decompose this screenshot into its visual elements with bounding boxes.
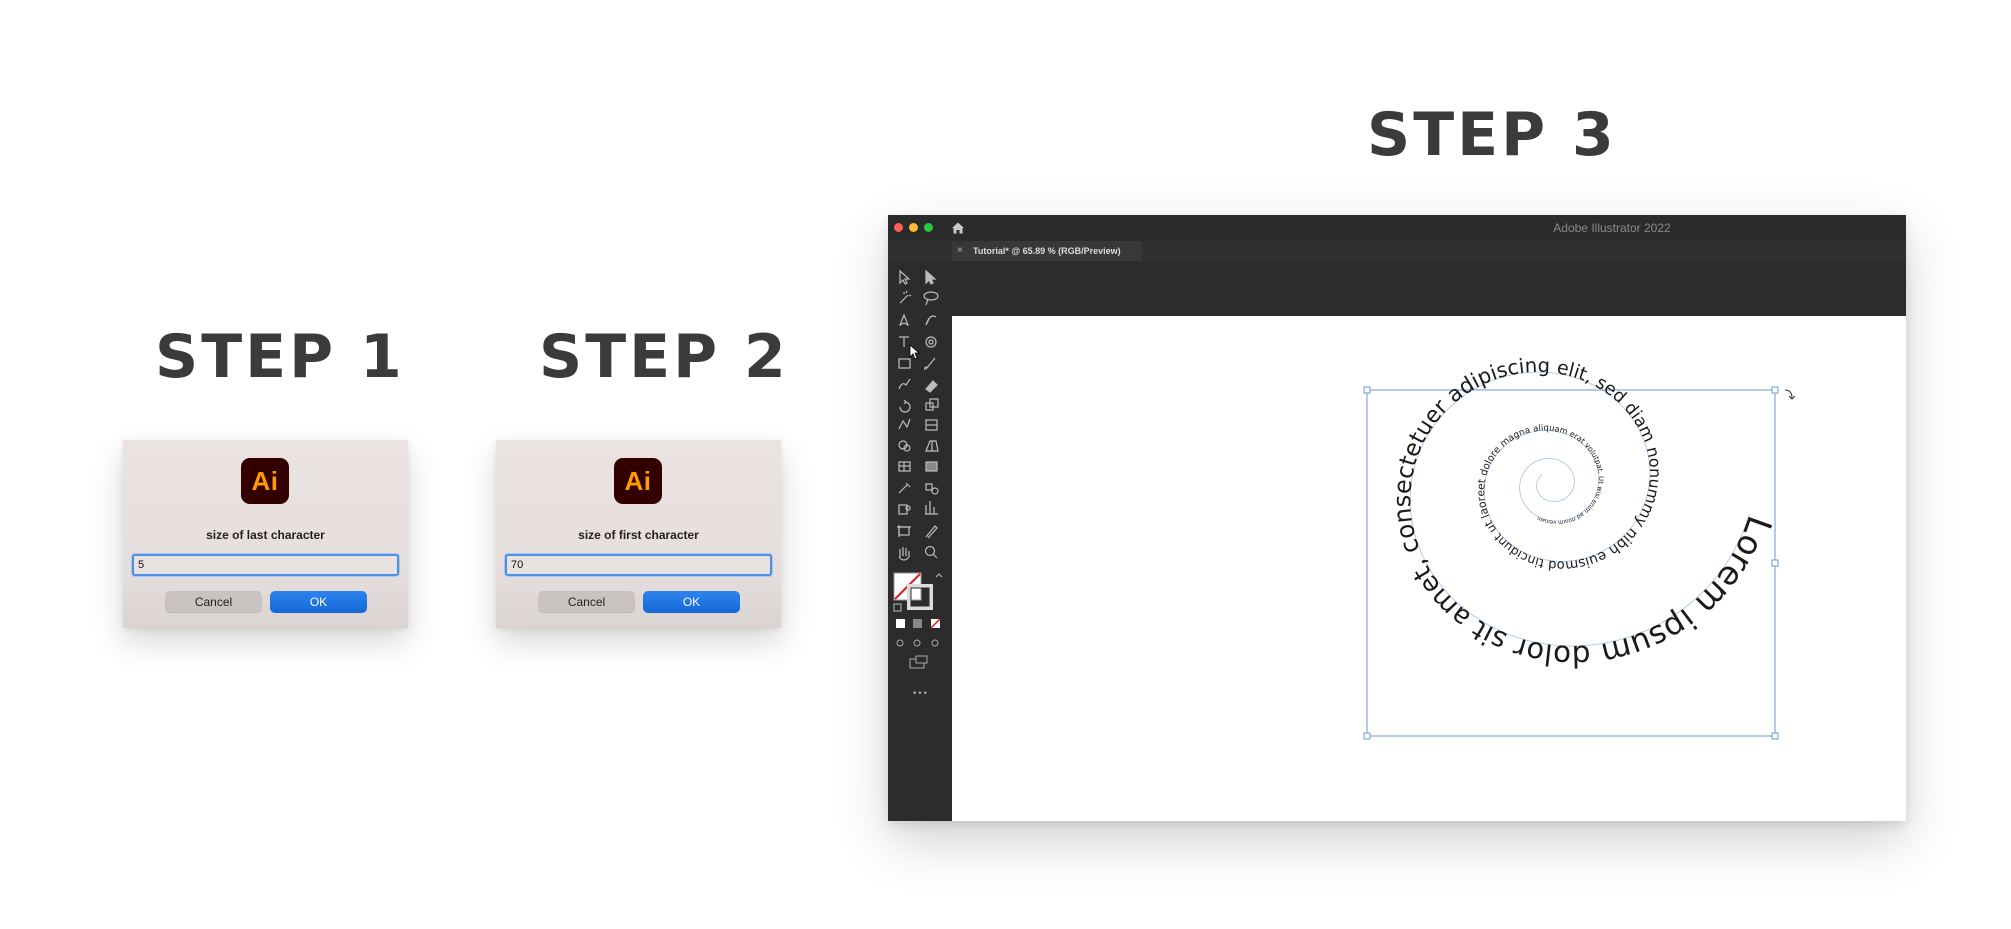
last-character-size-input[interactable]: 5 (132, 554, 399, 576)
curvature-tool-icon[interactable] (925, 315, 937, 326)
rotate-cursor-icon (1784, 389, 1796, 400)
dialog-prompt: size of last character (206, 528, 325, 542)
screen-mode-icon[interactable] (909, 655, 928, 669)
selection-tool-icon[interactable] (899, 269, 911, 285)
cursor-icon (909, 344, 921, 360)
spiral-text[interactable]: Lorem ipsum dolor sit amet, consectetuer… (1387, 354, 1779, 673)
spiral-text-path: Lorem ipsum dolor sit amet, consectetuer… (1387, 354, 1779, 673)
eyedropper-icon[interactable] (898, 482, 911, 494)
fill-stroke-swatch[interactable] (893, 572, 943, 612)
last-character-size-dialog: Ai size of last character 5 Cancel OK (123, 440, 408, 628)
width-tool-icon[interactable] (925, 419, 938, 431)
rotate-tool-icon[interactable] (899, 399, 911, 413)
tool-icons: ••• (893, 269, 943, 699)
dialog-prompt: size of first character (578, 528, 699, 542)
control-bar (952, 261, 1906, 316)
gradient-tool-icon[interactable] (925, 461, 938, 472)
spiral-text-artwork[interactable]: Lorem ipsum dolor sit amet, consectetuer… (952, 316, 1906, 821)
title-bar: Adobe Illustrator 2022 (888, 215, 1906, 241)
direct-selection-tool-icon[interactable] (925, 269, 937, 285)
spiral-tool-icon[interactable] (925, 336, 937, 348)
scale-tool-icon[interactable] (925, 398, 939, 411)
step-2-title: STEP 2 (539, 322, 789, 392)
hand-tool-icon[interactable] (898, 547, 910, 561)
first-character-size-input[interactable]: 70 (505, 554, 772, 576)
color-mode-buttons[interactable] (896, 618, 941, 629)
drawing-modes[interactable] (896, 639, 939, 647)
tab-label: Tutorial* @ 65.89 % (RGB/Preview) (973, 246, 1121, 256)
magic-wand-icon[interactable] (899, 290, 912, 304)
more-tools-button[interactable]: ••• (912, 689, 928, 699)
lasso-icon[interactable] (923, 291, 939, 306)
step-3-title: STEP 3 (1367, 100, 1617, 170)
ok-button[interactable]: OK (270, 591, 367, 613)
perspective-grid-icon[interactable] (925, 440, 939, 452)
zoom-tool-icon[interactable] (924, 545, 938, 559)
artboard-canvas[interactable]: Lorem ipsum dolor sit amet, consectetuer… (952, 316, 1906, 821)
document-tab-bar: × Tutorial* @ 65.89 % (RGB/Preview) (888, 241, 1906, 261)
pen-tool-icon[interactable] (898, 313, 910, 327)
symbol-sprayer-icon[interactable] (898, 504, 911, 515)
tab-tutorial[interactable]: × Tutorial* @ 65.89 % (RGB/Preview) (952, 241, 1142, 261)
shaper-tool-icon[interactable] (898, 378, 911, 390)
cancel-button[interactable]: Cancel (165, 591, 262, 613)
eraser-icon[interactable] (925, 380, 938, 393)
blend-tool-icon[interactable] (925, 483, 939, 495)
rectangle-tool-icon[interactable] (898, 358, 911, 369)
mesh-tool-icon[interactable] (898, 461, 911, 472)
artboard-tool-icon[interactable] (897, 525, 911, 537)
type-tool-icon[interactable] (899, 336, 909, 347)
cancel-button[interactable]: Cancel (538, 591, 635, 613)
window-title: Adobe Illustrator 2022 (1553, 221, 1671, 235)
first-character-size-dialog: Ai size of first character 70 Cancel OK (496, 440, 781, 628)
step-1-title: STEP 1 (155, 322, 405, 392)
shape-builder-icon[interactable] (898, 440, 911, 452)
graph-tool-icon[interactable] (925, 501, 938, 515)
ok-button[interactable]: OK (643, 591, 740, 613)
slice-tool-icon[interactable] (925, 525, 938, 539)
illustrator-window: Adobe Illustrator 2022 × Tutorial* @ 65.… (888, 215, 1906, 821)
tools-panel: ••• (888, 261, 952, 821)
close-icon[interactable]: × (957, 241, 963, 261)
illustrator-logo-icon: Ai (241, 458, 289, 504)
paintbrush-icon[interactable] (924, 357, 936, 371)
puppet-warp-icon[interactable] (898, 418, 911, 430)
illustrator-logo-icon: Ai (614, 458, 662, 504)
